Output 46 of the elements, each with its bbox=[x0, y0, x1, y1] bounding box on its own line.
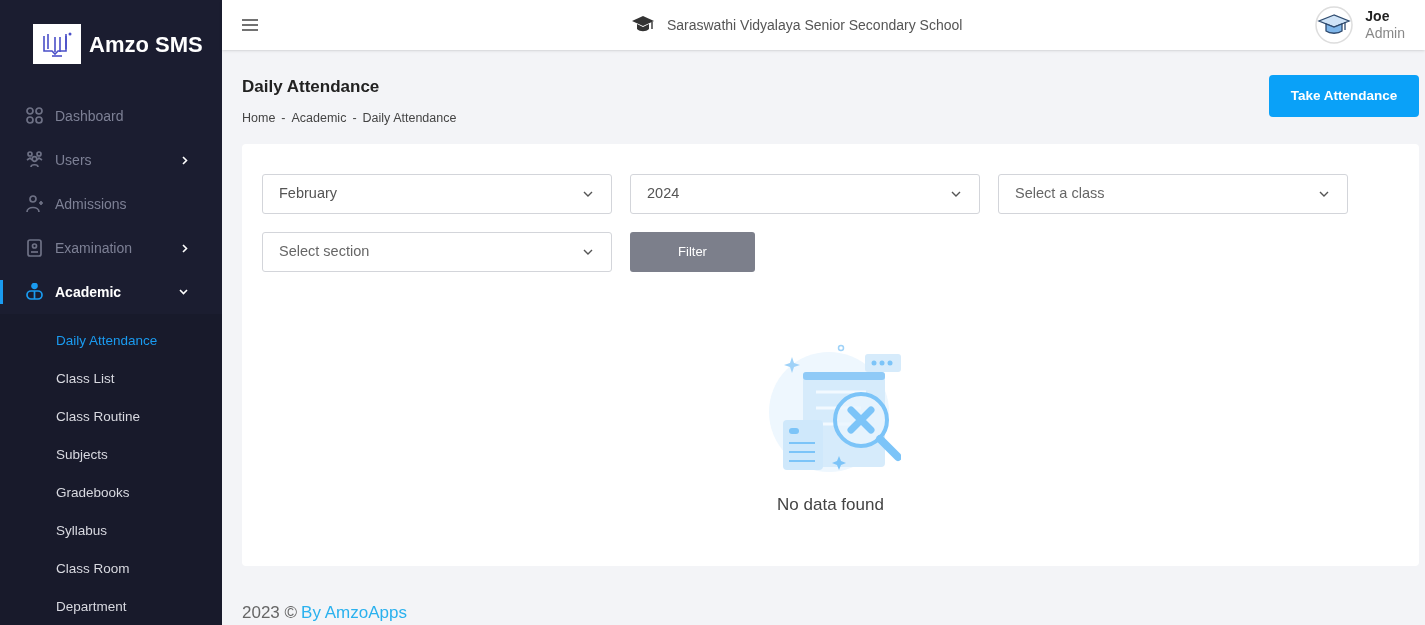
chevron-down-icon bbox=[583, 248, 593, 255]
brand-name: Amzo SMS bbox=[89, 30, 203, 59]
filter-button[interactable]: Filter bbox=[630, 231, 755, 272]
chevron-down-icon bbox=[583, 190, 593, 197]
sidebar-item[interactable]: Examination bbox=[0, 226, 222, 270]
submenu-item[interactable]: Class List bbox=[0, 360, 222, 398]
sidebar-item[interactable]: Users bbox=[0, 138, 222, 182]
chevron-right-icon bbox=[182, 243, 188, 253]
sidebar-item[interactable]: Academic bbox=[0, 270, 222, 314]
submenu-item[interactable]: Class Routine bbox=[0, 398, 222, 436]
breadcrumb-item[interactable]: Daily Attendance bbox=[362, 108, 457, 128]
user-role: Admin bbox=[1365, 25, 1405, 43]
user-avatar-icon[interactable] bbox=[1315, 6, 1354, 45]
chevron-down-icon bbox=[179, 289, 188, 295]
chevron-down-icon bbox=[951, 190, 961, 197]
menu-icon[interactable] bbox=[242, 19, 258, 32]
select-field[interactable]: February bbox=[262, 173, 612, 214]
sidebar-item[interactable]: Admissions bbox=[0, 182, 222, 226]
copyright-text: 2023 © bbox=[242, 601, 298, 624]
submenu-item[interactable]: Class Room bbox=[0, 550, 222, 588]
user-name: Joe bbox=[1365, 7, 1391, 26]
menu-item-icon bbox=[26, 283, 43, 301]
school-name: Saraswathi Vidyalaya Senior Secondary School bbox=[666, 15, 963, 35]
submenu-item[interactable]: Gradebooks bbox=[0, 474, 222, 512]
breadcrumb-item[interactable]: Academic bbox=[291, 108, 347, 128]
menu-item-icon bbox=[26, 195, 43, 213]
menu-item-icon bbox=[26, 239, 43, 257]
logo-icon bbox=[33, 24, 81, 64]
select-field[interactable]: Select a class bbox=[998, 173, 1348, 214]
submenu-item[interactable]: Department bbox=[0, 588, 222, 625]
menu-item-icon bbox=[26, 107, 43, 125]
breadcrumb-separator: - bbox=[280, 109, 287, 127]
empty-message: No data found bbox=[777, 493, 884, 516]
page-title: Daily Attendance bbox=[242, 76, 381, 99]
select-field[interactable]: 2024 bbox=[630, 173, 980, 214]
active-indicator bbox=[0, 280, 3, 304]
chevron-down-icon bbox=[1319, 190, 1329, 197]
select-field[interactable]: Select section bbox=[262, 231, 612, 272]
breadcrumb-item[interactable]: Home bbox=[242, 108, 276, 128]
submenu-item[interactable]: Syllabus bbox=[0, 512, 222, 550]
submenu-item[interactable]: Subjects bbox=[0, 436, 222, 474]
menu-item-icon bbox=[26, 151, 43, 169]
sidebar-item[interactable]: Dashboard bbox=[0, 94, 222, 138]
submenu-item[interactable]: Daily Attendance bbox=[0, 322, 222, 360]
chevron-right-icon bbox=[182, 155, 188, 165]
breadcrumb-separator: - bbox=[351, 109, 358, 127]
